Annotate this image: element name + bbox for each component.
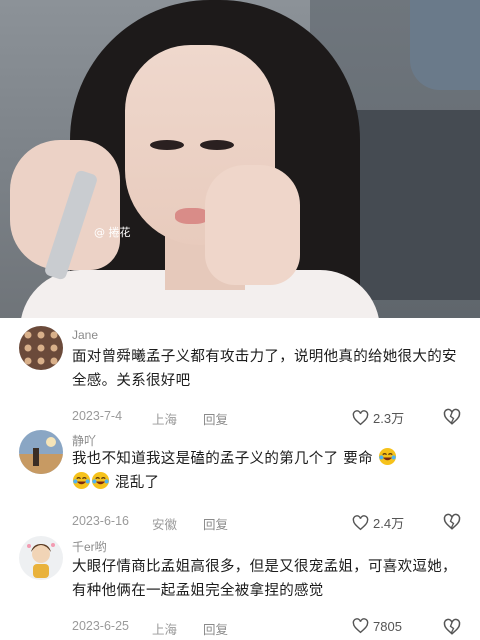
- comment-text-line: 混乱了: [114, 475, 160, 491]
- comment-date: 2023-6-25: [72, 619, 129, 633]
- like-button[interactable]: 2.4万: [352, 513, 404, 532]
- avatar-qianer-image: [19, 536, 63, 580]
- person-hand-right: [205, 165, 300, 285]
- comment-date: 2023-7-4: [72, 409, 123, 423]
- comment-location: 安徽: [152, 518, 178, 532]
- avatar[interactable]: [19, 536, 63, 580]
- laughing-crying-emoji-icon: [91, 471, 110, 490]
- comment-username[interactable]: 千er哟: [72, 538, 107, 555]
- comment-meta: 2023-7-4 上海 回复: [72, 409, 228, 428]
- comment-text: 我也不知道我这是磕的孟子义的第几个了 要命 混乱了: [72, 447, 464, 495]
- avatar[interactable]: [19, 430, 63, 474]
- laughing-crying-emoji-icon: [378, 447, 396, 466]
- comment-username[interactable]: Jane: [72, 328, 98, 342]
- comment-meta: 2023-6-25 上海 回复: [72, 619, 228, 638]
- broken-heart-icon[interactable]: [443, 513, 461, 531]
- heart-icon: [352, 514, 369, 530]
- like-button[interactable]: 2.3万: [352, 408, 404, 427]
- broken-heart-icon[interactable]: [443, 408, 461, 426]
- reply-button[interactable]: 回复: [203, 514, 228, 533]
- avatar[interactable]: [19, 326, 63, 370]
- avatar-jane-image: [19, 326, 63, 370]
- reply-button[interactable]: 回复: [203, 619, 228, 638]
- person-lips: [175, 208, 209, 224]
- background-cushion: [410, 0, 480, 90]
- heart-icon: [352, 409, 369, 425]
- like-count: 7805: [373, 618, 402, 634]
- laughing-crying-emoji-icon: [72, 471, 91, 490]
- heart-icon: [352, 618, 369, 634]
- broken-heart-icon[interactable]: [443, 618, 461, 636]
- comment-date: 2023-6-16: [72, 514, 129, 528]
- person-eye-right: [200, 140, 234, 150]
- comment-text: 大眼仔情商比孟姐高很多，但是又很宠孟姐，可喜欢逗她，有种他俩在一起孟姐完全被拿捏…: [72, 559, 457, 599]
- comment-text-line: 我也不知道我这是磕的孟子义的第几个了 要命: [72, 451, 373, 467]
- comment-text: 面对曾舜曦孟子义都有攻击力了，说明他真的给她很大的安全感。关系很好吧: [72, 349, 457, 389]
- like-count: 2.4万: [373, 516, 405, 531]
- like-button[interactable]: 7805: [352, 618, 402, 634]
- comment-location: 上海: [152, 623, 178, 637]
- like-count: 2.3万: [373, 411, 405, 426]
- comment-list: Jane 面对曾舜曦孟子义都有攻击力了，说明他真的给她很大的安全感。关系很好吧 …: [0, 318, 480, 640]
- comment-meta: 2023-6-16 安徽 回复: [72, 514, 228, 533]
- person-eye-left: [150, 140, 184, 150]
- comment-location: 上海: [152, 413, 178, 427]
- reply-button[interactable]: 回复: [203, 409, 228, 428]
- video-watermark: @ 捲花: [94, 226, 131, 239]
- video-thumbnail[interactable]: @ 捲花: [0, 0, 480, 318]
- avatar-jingya-image: [19, 430, 63, 474]
